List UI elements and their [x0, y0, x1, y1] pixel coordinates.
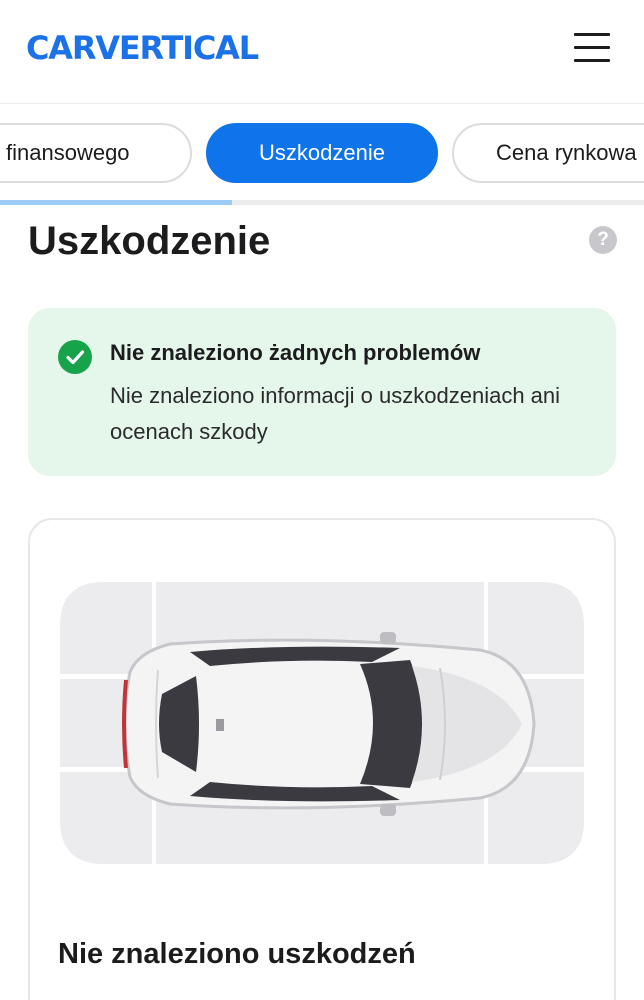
help-icon[interactable]: ?: [589, 226, 617, 254]
alert-text: Nie znaleziono informacji o uszkodzeniac…: [110, 383, 561, 444]
tab-scroll-progress: [0, 200, 644, 205]
tab-scroll-progress-fill: [0, 200, 232, 205]
alert-title: Nie znaleziono żadnych problemów: [110, 340, 481, 365]
check-circle-icon: [58, 340, 92, 374]
carvertical-logo[interactable]: CARVERTICAL: [26, 28, 259, 68]
hamburger-menu-icon[interactable]: [572, 32, 612, 66]
top-header: CARVERTICAL: [0, 0, 644, 104]
car-top-view-icon: [122, 632, 536, 816]
section-tabs: finansowego Uszkodzenie Cena rynkowa: [0, 104, 644, 202]
damage-card-title: Nie znaleziono uszkodzeń: [58, 938, 416, 970]
tab-uszkodzenie[interactable]: Uszkodzenie: [206, 123, 438, 183]
section-title: Uszkodzenie: [28, 219, 271, 263]
tab-finansowego[interactable]: finansowego: [0, 123, 192, 183]
tab-cena-rynkowa[interactable]: Cena rynkowa: [452, 123, 644, 183]
no-problems-alert: Nie znaleziono żadnych problemów Nie zna…: [28, 308, 616, 476]
damage-card: Nie znaleziono uszkodzeń: [28, 518, 616, 1000]
car-damage-diagram: [60, 582, 584, 864]
